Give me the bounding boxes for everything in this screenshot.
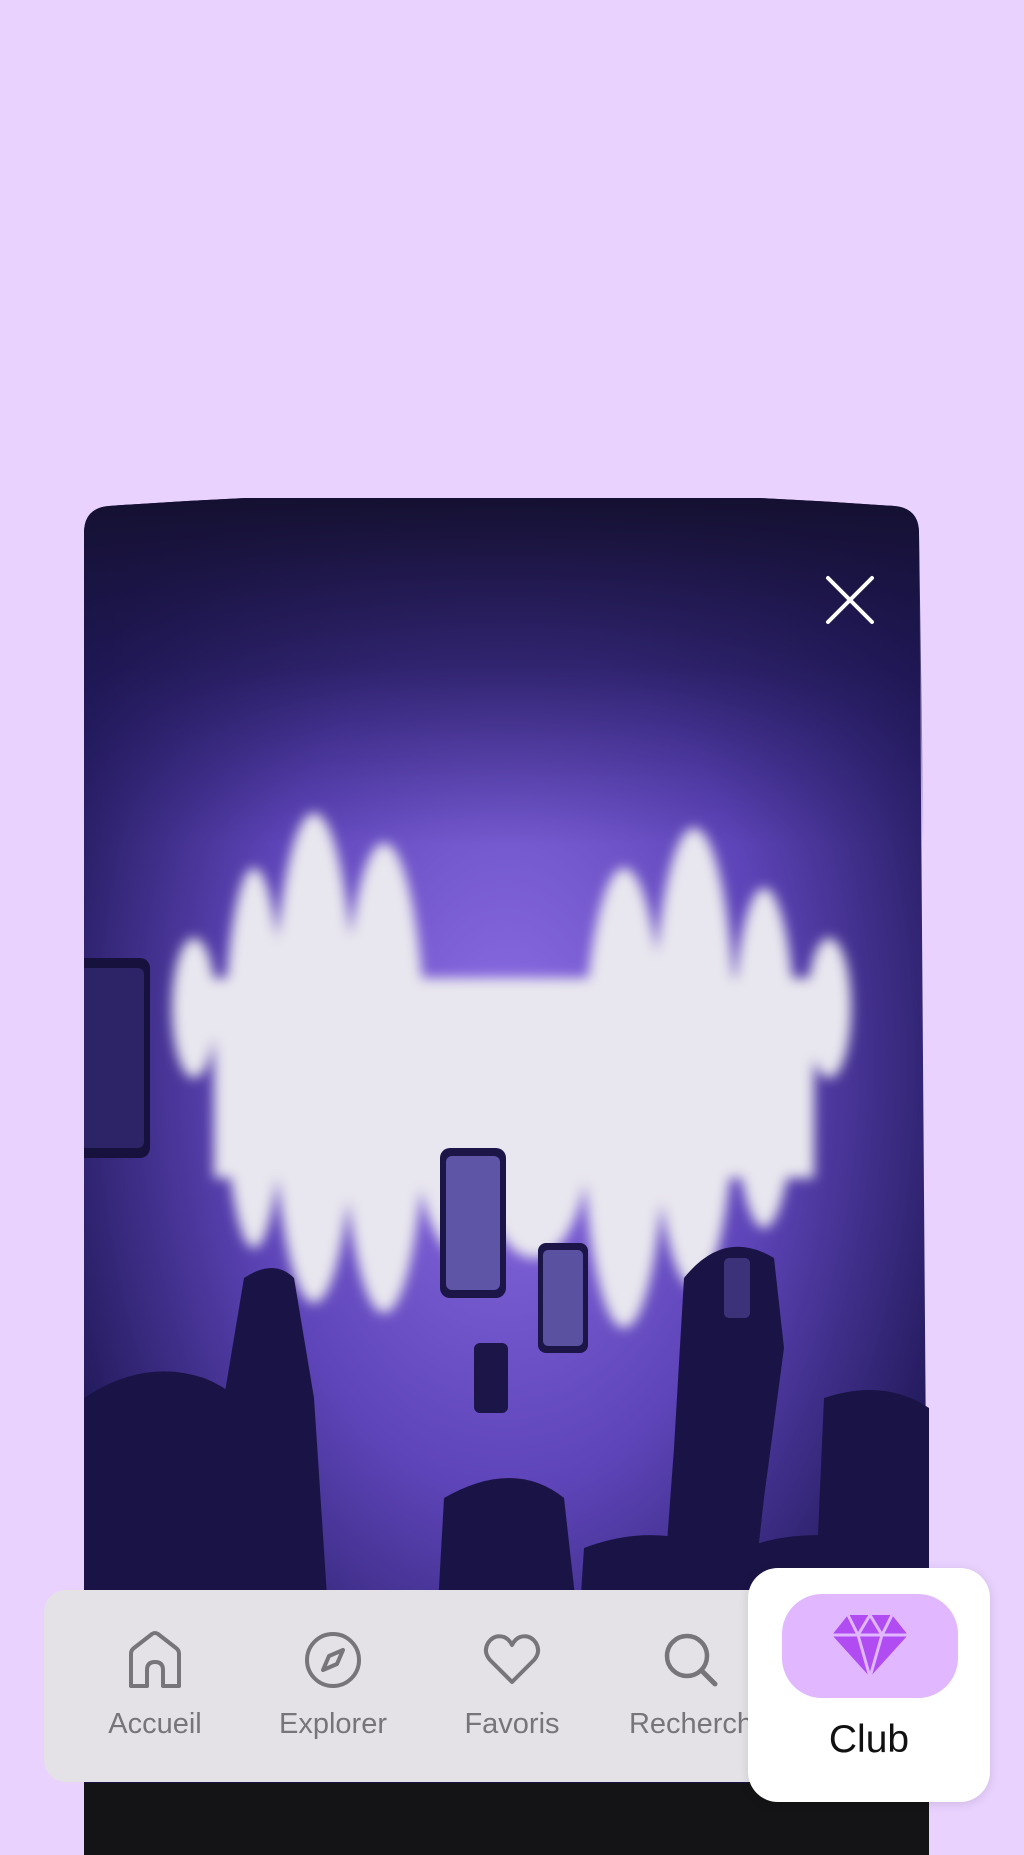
nav-item-label: Explorer bbox=[279, 1708, 387, 1740]
nav-item-label: Favoris bbox=[464, 1708, 560, 1740]
bottom-navigation-bar: Accueil Explorer Favoris Recherch bbox=[44, 1590, 804, 1782]
home-icon bbox=[129, 1631, 181, 1688]
nav-item-explorer[interactable]: Explorer bbox=[248, 1590, 418, 1782]
close-button[interactable] bbox=[820, 570, 880, 630]
compass-icon bbox=[305, 1632, 361, 1688]
nav-item-label: Accueil bbox=[108, 1708, 202, 1740]
nav-item-favoris[interactable]: Favoris bbox=[427, 1590, 597, 1782]
heart-icon bbox=[483, 1634, 541, 1684]
nav-item-label: Recherch bbox=[628, 1708, 754, 1740]
diamond-icon bbox=[832, 1613, 908, 1679]
close-icon bbox=[826, 576, 874, 624]
club-icon-pill bbox=[782, 1594, 958, 1698]
nav-item-club[interactable]: Club bbox=[748, 1568, 990, 1802]
nav-item-accueil[interactable]: Accueil bbox=[70, 1590, 240, 1782]
nav-item-label: Club bbox=[828, 1718, 910, 1761]
search-icon bbox=[664, 1633, 718, 1687]
